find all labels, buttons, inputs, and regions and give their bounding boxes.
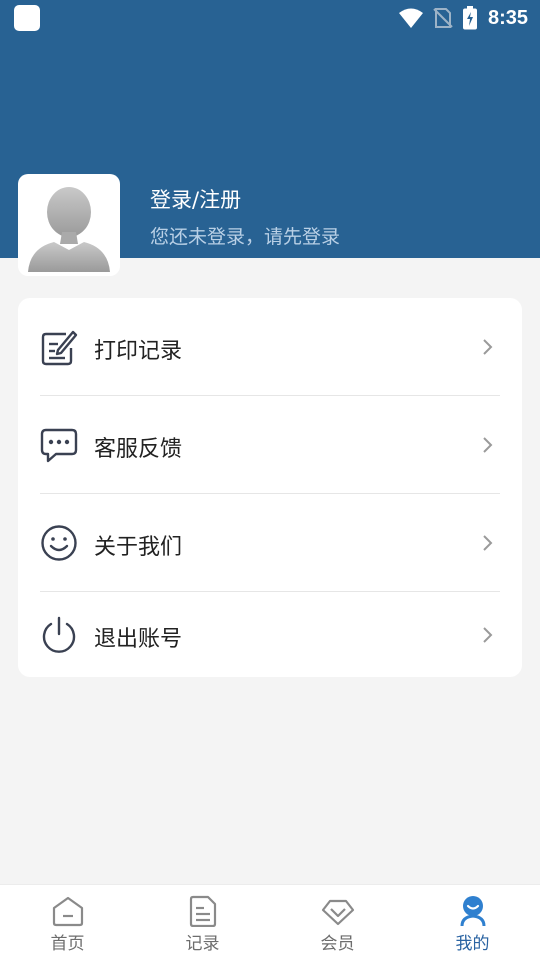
power-icon [42, 616, 76, 653]
smile-icon [41, 525, 77, 561]
profile-header: 8:35 登录/注册 您还未登录，请先登录 [0, 0, 540, 276]
tab-label: 我的 [455, 934, 490, 954]
status-icons: 8:35 [398, 0, 528, 36]
menu-label: 客服反馈 [94, 437, 183, 462]
menu-label: 关于我们 [94, 535, 183, 560]
login-prompt: 您还未登录，请先登录 [150, 226, 341, 248]
chevron-right-icon [483, 535, 493, 551]
chevron-right-icon [483, 339, 493, 355]
chevron-right-icon [483, 437, 493, 453]
tab-label: 首页 [50, 934, 85, 954]
status-time: 8:35 [487, 6, 528, 29]
chevron-right-icon [483, 627, 493, 643]
status-bar: 8:35 [0, 0, 540, 36]
login-register-link[interactable]: 登录/注册 [150, 184, 241, 214]
avatar[interactable] [18, 174, 120, 276]
tab-label: 会员 [320, 934, 355, 954]
menu-item-logout[interactable]: 退出账号 [18, 586, 522, 683]
bottom-nav: 首页 记录 会员 我的 [0, 884, 540, 961]
tab-records[interactable]: 记录 [135, 885, 270, 961]
tab-home[interactable]: 首页 [0, 885, 135, 961]
menu-item-about-us[interactable]: 关于我们 [18, 494, 522, 591]
tab-label: 记录 [185, 934, 220, 954]
diamond-icon [321, 899, 354, 926]
wifi-icon [398, 8, 423, 28]
no-sim-icon [433, 8, 453, 28]
tab-mine[interactable]: 我的 [405, 885, 540, 961]
app-notification-icon [14, 5, 40, 31]
edit-icon [41, 330, 78, 366]
menu-item-customer-feedback[interactable]: 客服反馈 [18, 396, 522, 493]
document-icon [189, 895, 216, 927]
user-icon [460, 896, 485, 927]
battery-charging-icon [462, 6, 477, 30]
menu-label: 打印记录 [94, 339, 183, 364]
default-avatar-icon [28, 187, 110, 272]
tab-membership[interactable]: 会员 [270, 885, 405, 961]
chat-icon [40, 428, 78, 463]
home-icon [52, 896, 83, 927]
menu-label: 退出账号 [94, 627, 183, 652]
menu-item-print-records[interactable]: 打印记录 [18, 298, 522, 395]
menu-card: 打印记录 客服反馈 关于我们 退出账号 [18, 298, 522, 677]
